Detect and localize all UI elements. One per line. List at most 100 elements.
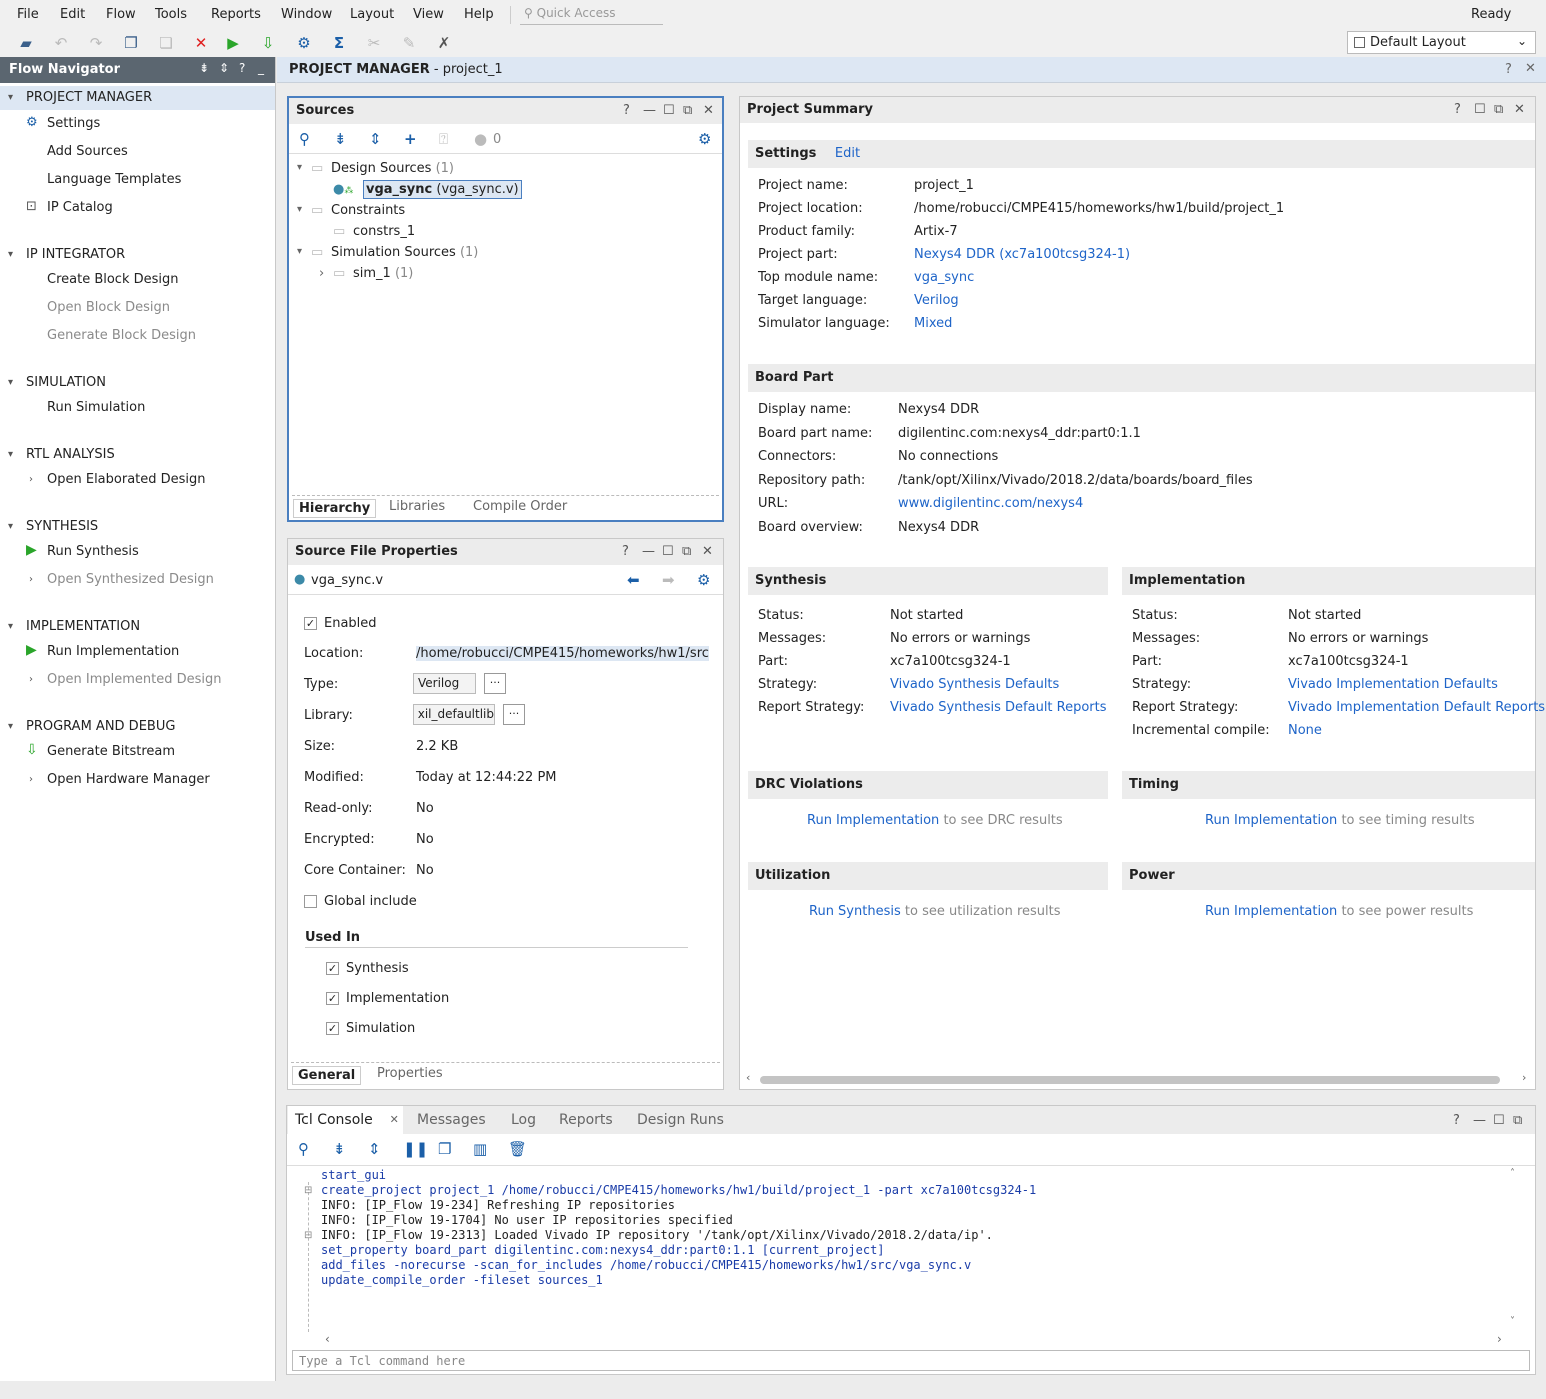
search-icon[interactable]: ⚲ <box>298 1140 309 1158</box>
trash-icon[interactable]: 🗑 <box>508 1140 527 1158</box>
add-icon[interactable]: + <box>404 130 417 148</box>
summary-link[interactable]: Vivado Synthesis Defaults <box>890 677 1059 692</box>
fold-toggle-icon[interactable]: ⊟ <box>304 1230 312 1241</box>
scroll-right-icon[interactable]: › <box>1522 1071 1526 1084</box>
float-icon[interactable]: ⧉ <box>1513 1113 1522 1128</box>
settings-gear-icon[interactable]: ⚙ <box>294 33 314 53</box>
nav-item-run-synthesis[interactable]: Run Synthesis <box>47 544 139 559</box>
chevron-down-icon[interactable]: ▾ <box>297 162 302 173</box>
menu-file[interactable]: File <box>17 7 39 22</box>
float-icon[interactable]: ⧉ <box>683 103 692 118</box>
back-arrow-icon[interactable]: ⬅ <box>627 571 640 589</box>
open-project-icon[interactable]: ▰ <box>16 33 36 53</box>
menu-help[interactable]: Help <box>464 7 494 22</box>
help-icon[interactable]: ? <box>239 61 245 75</box>
maximize-icon[interactable]: ☐ <box>663 103 675 118</box>
run-icon[interactable]: ▶ <box>223 33 243 53</box>
scroll-left-icon[interactable]: ‹ <box>325 1332 330 1346</box>
menu-tools[interactable]: Tools <box>155 7 187 22</box>
tab-log[interactable]: Log <box>511 1112 536 1128</box>
nav-item-ip-catalog[interactable]: IP Catalog <box>47 200 113 215</box>
summary-link[interactable]: Vivado Implementation Default Reports <box>1288 700 1545 715</box>
undo-icon[interactable]: ↶ <box>51 33 71 53</box>
summary-link[interactable]: Mixed <box>914 316 952 331</box>
chevron-right-icon[interactable]: › <box>319 266 324 281</box>
section-project-manager[interactable]: ▾ PROJECT MANAGER <box>0 86 275 110</box>
pencil-icon[interactable]: ✎ <box>399 33 419 53</box>
used-in-synthesis-checkbox[interactable]: ✓ <box>326 962 339 975</box>
menu-reports[interactable]: Reports <box>211 7 261 22</box>
copy-icon[interactable]: ❐ <box>438 1140 451 1158</box>
tab-libraries[interactable]: Libraries <box>389 499 445 514</box>
help-icon[interactable]: ? <box>1453 1113 1460 1128</box>
power-run-link[interactable]: Run Implementation <box>1205 904 1337 919</box>
close-icon[interactable]: ✕ <box>703 103 714 118</box>
scroll-left-icon[interactable]: ‹ <box>746 1071 750 1084</box>
help-icon[interactable]: ? <box>1505 62 1512 77</box>
tab-reports[interactable]: Reports <box>559 1112 613 1128</box>
menu-window[interactable]: Window <box>281 7 332 22</box>
chevron-right-icon[interactable]: › <box>29 674 33 685</box>
generate-bitstream-icon[interactable]: ⇩ <box>258 33 278 53</box>
summary-link[interactable]: None <box>1288 723 1322 738</box>
section-program-and-debug[interactable]: PROGRAM AND DEBUG <box>26 719 175 734</box>
search-icon[interactable]: ⚲ <box>299 130 310 148</box>
close-icon[interactable]: ✕ <box>702 544 713 559</box>
nav-item-open-block-design[interactable]: Open Block Design <box>47 300 170 315</box>
expand-all-icon[interactable]: ⇕ <box>219 61 229 75</box>
menu-view[interactable]: View <box>413 7 444 22</box>
tab-messages[interactable]: Messages <box>417 1112 486 1128</box>
section-rtl-analysis[interactable]: RTL ANALYSIS <box>26 447 115 462</box>
summary-link[interactable]: Vivado Synthesis Default Reports <box>890 700 1107 715</box>
summary-link[interactable]: Nexys4 DDR (xc7a100tcsg324-1) <box>914 247 1130 262</box>
expand-all-icon[interactable]: ⇕ <box>368 1140 381 1158</box>
hierarchy-update-icon[interactable]: ⍰ <box>439 130 448 148</box>
tree-top-module[interactable]: vga_sync (vga_sync.v) <box>363 180 522 199</box>
minimize-icon[interactable]: — <box>643 103 656 118</box>
minimize-icon[interactable]: _ <box>258 61 264 75</box>
columns-icon[interactable]: ▥ <box>473 1140 487 1158</box>
menu-flow[interactable]: Flow <box>106 7 136 22</box>
gear-icon[interactable]: ⚙ <box>698 130 711 148</box>
minimize-icon[interactable]: — <box>642 544 655 559</box>
nav-item-create-block-design[interactable]: Create Block Design <box>47 272 179 287</box>
tab-tcl-console[interactable]: Tcl Console ✕ <box>288 1106 403 1134</box>
float-icon[interactable]: ⧉ <box>682 544 691 559</box>
nav-item-run-implementation[interactable]: Run Implementation <box>47 644 179 659</box>
maximize-icon[interactable]: ☐ <box>1493 1113 1505 1128</box>
delete-icon[interactable]: ✕ <box>191 33 211 53</box>
maximize-icon[interactable]: ☐ <box>662 544 674 559</box>
help-icon[interactable]: ? <box>623 103 630 118</box>
section-ip-integrator[interactable]: IP INTEGRATOR <box>26 247 125 262</box>
maximize-icon[interactable]: ☐ <box>1474 102 1486 117</box>
chevron-down-icon[interactable]: ▾ <box>297 204 302 215</box>
timing-run-link[interactable]: Run Implementation <box>1205 813 1337 828</box>
horizontal-scrollbar[interactable]: ‹ › <box>744 1071 1533 1087</box>
nav-item-open-synthesized-design[interactable]: Open Synthesized Design <box>47 572 214 587</box>
help-icon[interactable]: ? <box>622 544 629 559</box>
chevron-right-icon[interactable]: › <box>29 774 33 785</box>
tools-icon[interactable]: ✗ <box>434 33 454 53</box>
tab-general[interactable]: General <box>292 1066 362 1085</box>
scroll-down-icon[interactable]: ˅ <box>1510 1316 1515 1327</box>
section-synthesis[interactable]: SYNTHESIS <box>26 519 98 534</box>
expand-all-icon[interactable]: ⇕ <box>369 130 382 148</box>
forward-arrow-icon[interactable]: ➡ <box>662 571 675 589</box>
copy-icon[interactable]: ❐ <box>121 33 141 53</box>
close-icon[interactable]: ✕ <box>390 1113 399 1126</box>
location-value[interactable]: /home/robucci/CMPE415/homeworks/hw1/src <box>416 646 709 661</box>
tab-design-runs[interactable]: Design Runs <box>637 1112 724 1128</box>
cut-icon[interactable]: ✂ <box>364 33 384 53</box>
float-icon[interactable]: ⧉ <box>1494 102 1503 117</box>
menu-edit[interactable]: Edit <box>60 7 85 22</box>
utilization-run-link[interactable]: Run Synthesis <box>809 904 901 919</box>
tcl-command-input[interactable]: Type a Tcl command here <box>292 1350 1530 1371</box>
settings-edit-link[interactable]: Edit <box>835 146 860 161</box>
type-browse-button[interactable]: ··· <box>484 673 506 694</box>
tree-sim-1[interactable]: sim_1 (1) <box>353 266 413 281</box>
library-field[interactable]: xil_defaultlib <box>413 704 495 725</box>
nav-item-generate-bitstream[interactable]: Generate Bitstream <box>47 744 175 759</box>
summary-link[interactable]: Verilog <box>914 293 959 308</box>
tab-compile-order[interactable]: Compile Order <box>473 499 567 514</box>
drc-run-link[interactable]: Run Implementation <box>807 813 939 828</box>
